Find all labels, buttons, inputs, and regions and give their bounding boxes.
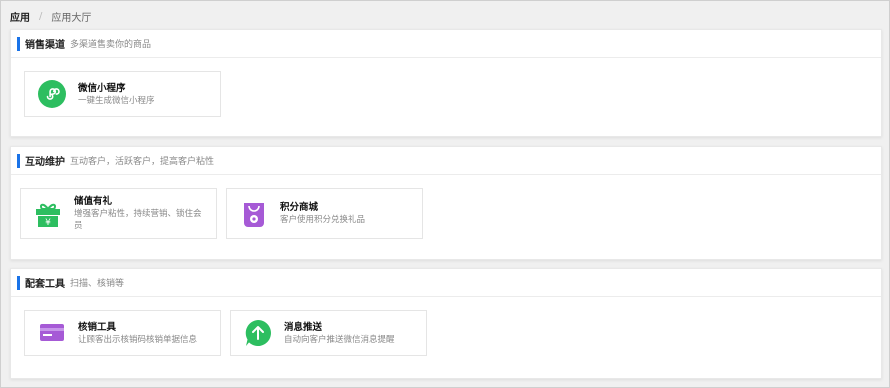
push-message-icon <box>243 318 273 348</box>
section-description: 互动客户，活跃客户，提高客户粘性 <box>70 157 215 167</box>
card-icon <box>37 318 67 348</box>
section-title: 配套工具 <box>25 279 65 290</box>
breadcrumb-home[interactable]: 应用 <box>10 9 30 24</box>
card-title: 积分商城 <box>280 202 319 213</box>
card-subtitle: 让顾客出示核销码核销单据信息 <box>78 334 198 345</box>
section-description: 扫描、核销等 <box>70 279 125 289</box>
app-card-stored-value[interactable]: ¥ 储值有礼 增强客户粘性，持续营销、锁住会员 <box>20 188 217 239</box>
section-title: 互动维护 <box>25 157 65 168</box>
points-bag-icon <box>239 199 269 229</box>
card-subtitle: 客户使用积分兑换礼品 <box>280 215 366 225</box>
mini-program-icon <box>37 79 67 109</box>
section-accent-bar <box>17 275 20 290</box>
card-title: 核销工具 <box>78 321 117 333</box>
app-card-verify-tool[interactable]: 核销工具 让顾客出示核销码核销单据信息 <box>24 310 221 356</box>
breadcrumb-current: 应用大厅 <box>51 12 92 24</box>
app-card-points-mall[interactable]: 积分商城 客户使用积分兑换礼品 <box>226 188 423 239</box>
section-sales-channels: 销售渠道 多渠道售卖你的商品 微信小程序 一键生成微信小程序 <box>10 29 882 137</box>
section-interaction: 互动维护 互动客户，活跃客户，提高客户粘性 ¥ 储值有礼 增强客户粘性，持续营销… <box>10 146 882 260</box>
card-title: 消息推送 <box>284 321 323 333</box>
breadcrumb-separator: / <box>39 10 43 22</box>
section-description: 多渠道售卖你的商品 <box>70 40 152 50</box>
breadcrumb: 应用 / 应用大厅 <box>10 9 92 24</box>
card-title: 储值有礼 <box>74 196 113 207</box>
svg-text:¥: ¥ <box>45 218 51 228</box>
section-header: 销售渠道 多渠道售卖你的商品 <box>11 30 881 58</box>
section-title: 销售渠道 <box>25 40 65 51</box>
card-title: 微信小程序 <box>78 82 126 94</box>
card-subtitle: 增强客户粘性，持续营销、锁住会员 <box>74 209 202 231</box>
section-accent-bar <box>17 36 20 51</box>
section-header: 配套工具 扫描、核销等 <box>11 269 881 297</box>
card-subtitle: 一键生成微信小程序 <box>78 95 155 106</box>
app-frame: 应用 / 应用大厅 销售渠道 多渠道售卖你的商品 微信小程序 一键生成微信小程序 <box>0 0 890 388</box>
section-header: 互动维护 互动客户，活跃客户，提高客户粘性 <box>11 147 881 175</box>
app-card-message-push[interactable]: 消息推送 自动向客户推送微信消息提醒 <box>230 310 427 356</box>
app-card-mini-program[interactable]: 微信小程序 一键生成微信小程序 <box>24 71 221 117</box>
gift-icon: ¥ <box>33 199 63 229</box>
section-tools: 配套工具 扫描、核销等 核销工具 让顾客出示核销码核销单据信息 消息推送 自动向… <box>10 268 882 379</box>
card-subtitle: 自动向客户推送微信消息提醒 <box>284 334 395 345</box>
section-accent-bar <box>17 153 20 168</box>
